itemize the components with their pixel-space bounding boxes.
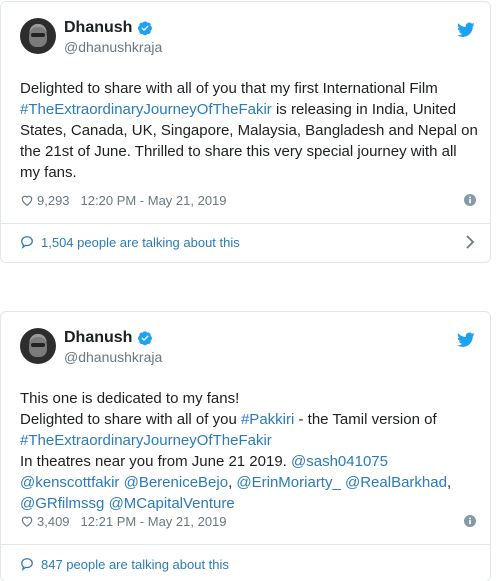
heart-icon[interactable] (20, 514, 34, 528)
mention-link[interactable]: @RealBarkhad (345, 474, 447, 491)
author-name-row[interactable]: Dhanush (64, 329, 153, 347)
author-handle[interactable]: @dhanushkraja (64, 349, 162, 365)
timestamp[interactable]: 12:21 PM - May 21, 2019 (81, 514, 227, 529)
author-name[interactable]: Dhanush (64, 19, 132, 37)
info-icon[interactable] (464, 515, 476, 527)
talking-about-text[interactable]: 847 people are talking about this (41, 557, 229, 572)
tweet-card[interactable]: Dhanush @dhanushkraja Delighted to share… (0, 1, 491, 263)
heart-icon[interactable] (20, 193, 34, 207)
like-count[interactable]: 9,293 (37, 193, 70, 208)
tweet-card[interactable]: Dhanush @dhanushkraja This one is dedica… (0, 311, 491, 581)
divider (1, 544, 490, 545)
hashtag-link[interactable]: #TheExtraordinaryJourneyOfTheFakir (20, 101, 272, 118)
like-count[interactable]: 3,409 (37, 514, 70, 529)
chevron-right-icon[interactable] (465, 235, 475, 249)
timestamp[interactable]: 12:20 PM - May 21, 2019 (81, 193, 227, 208)
tweet-text: This one is dedicated to my fans! Delight… (20, 390, 452, 512)
talking-about-link[interactable]: 1,504 people are talking about this (20, 232, 475, 252)
talking-about-text[interactable]: 1,504 people are talking about this (41, 235, 240, 250)
hashtag-link[interactable]: #Pakkiri (241, 411, 294, 428)
mention-link[interactable]: @sash041075 (291, 453, 388, 470)
tweet-header: Dhanush @dhanushkraja (20, 328, 475, 368)
mention-link[interactable]: @GRfilmssg (20, 495, 104, 512)
speech-bubble-icon (21, 558, 33, 571)
avatar[interactable] (20, 18, 56, 54)
talking-about-link[interactable]: 847 people are talking about this (20, 554, 475, 574)
verified-badge-icon (138, 21, 153, 36)
twitter-bird-icon[interactable] (457, 22, 475, 38)
avatar[interactable] (20, 328, 56, 364)
info-icon[interactable] (464, 194, 476, 206)
mention-link[interactable]: @MCapitalVenture (109, 495, 235, 512)
mention-link[interactable]: @BereniceBejo (124, 474, 228, 491)
author-name-row[interactable]: Dhanush (64, 19, 153, 37)
tweet-meta: 3,409 12:21 PM - May 21, 2019 (20, 512, 476, 530)
tweet-text: Delighted to share with all of you that … (20, 80, 478, 181)
author-handle[interactable]: @dhanushkraja (64, 39, 162, 55)
divider (1, 223, 490, 224)
author-name[interactable]: Dhanush (64, 329, 132, 347)
twitter-bird-icon[interactable] (457, 332, 475, 348)
tweet-meta: 9,293 12:20 PM - May 21, 2019 (20, 191, 476, 209)
verified-badge-icon (138, 331, 153, 346)
hashtag-link[interactable]: #TheExtraordinaryJourneyOfTheFakir (20, 432, 272, 449)
speech-bubble-icon (21, 236, 33, 249)
tweet-header: Dhanush @dhanushkraja (20, 18, 475, 58)
mention-link[interactable]: @kenscottfakir (20, 474, 119, 491)
mention-link[interactable]: @ErinMoriarty_ (236, 474, 340, 491)
